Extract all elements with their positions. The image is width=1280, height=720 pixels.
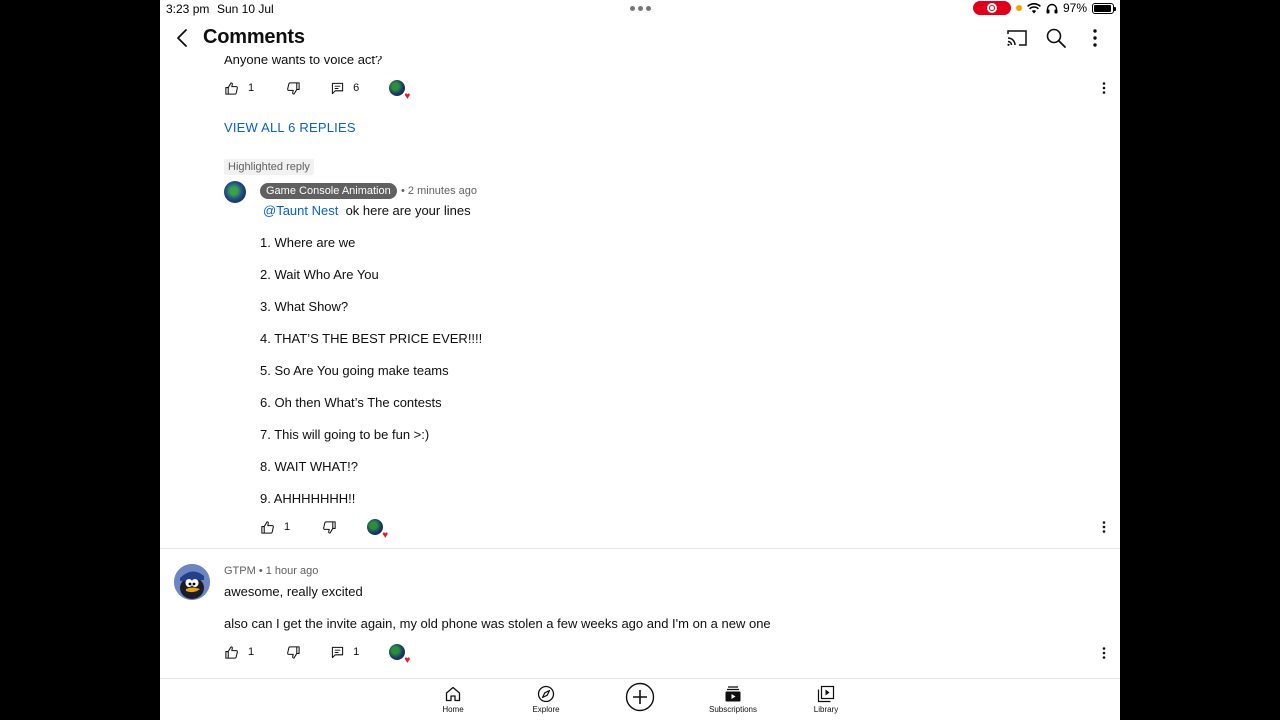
- nav-subscriptions-label: Subscriptions: [708, 705, 758, 714]
- author-name[interactable]: GTPM: [224, 565, 256, 577]
- reply-line: 9. AHHHHHHH!!: [260, 491, 356, 506]
- home-icon: [445, 686, 461, 702]
- comment-actions: 1 6: [224, 78, 410, 102]
- status-bar: 3:23 pm Sun 10 Jul 97%: [160, 0, 1120, 18]
- battery-icon: [1092, 2, 1116, 14]
- nav-home-label: Home: [442, 705, 464, 714]
- thumbs-down-icon: [323, 520, 336, 534]
- reply-line: 1. Where are we: [260, 235, 356, 250]
- battery-percent: 97%: [1062, 1, 1087, 15]
- more-options-icon[interactable]: [1096, 519, 1112, 535]
- nav-library[interactable]: Library: [796, 685, 856, 714]
- dislike-button[interactable]: [322, 520, 337, 535]
- comments-panel: Anyone wants to voice act? 1 6 VIEW ALL …: [160, 18, 1120, 720]
- multitasking-dots-icon[interactable]: [630, 6, 651, 11]
- reply-line: 2. Wait Who Are You: [260, 267, 379, 282]
- more-options-icon[interactable]: [1096, 645, 1112, 661]
- reply-count: 6: [353, 82, 360, 94]
- highlighted-reply-badge: Highlighted reply: [224, 159, 314, 175]
- reply-button[interactable]: 6: [331, 82, 359, 95]
- comment-text: also can I get the invite again, my old …: [224, 616, 771, 631]
- creator-heart-icon: [389, 80, 410, 102]
- mention-link[interactable]: @Taunt Nest: [263, 203, 338, 218]
- reply-comment-icon: [332, 646, 344, 658]
- dislike-button[interactable]: [286, 645, 301, 660]
- back-arrow-icon[interactable]: [172, 26, 194, 50]
- nav-explore-label: Explore: [532, 705, 560, 714]
- reply-line: 3. What Show?: [260, 299, 349, 314]
- page-title: Comments: [203, 26, 305, 48]
- comment-author[interactable]: GTPM • 1 hour ago: [224, 565, 318, 577]
- avatar[interactable]: [224, 181, 246, 203]
- compass-icon: [537, 685, 555, 703]
- thumbs-up-icon: [225, 645, 238, 659]
- thumbs-up-icon: [261, 520, 274, 534]
- bottom-navigation: Home Explore Subscriptions Library: [160, 678, 1120, 720]
- status-date: Sun 10 Jul: [217, 2, 274, 16]
- thumbs-down-icon: [287, 81, 300, 95]
- screen-record-icon[interactable]: [972, 1, 1011, 15]
- library-icon: [817, 685, 835, 703]
- duck-avatar-icon: [174, 564, 210, 600]
- creator-heart-icon: [367, 519, 388, 541]
- reply-comment-icon: [332, 82, 344, 94]
- cast-icon[interactable]: [1005, 26, 1029, 50]
- divider: [160, 548, 1120, 549]
- reply-line: 6. Oh then What’s The contests: [260, 395, 442, 410]
- comment-text: awesome, really excited: [224, 584, 363, 599]
- like-button[interactable]: 1: [224, 81, 254, 96]
- comment-actions: 1 1: [224, 642, 410, 666]
- nav-library-label: Library: [813, 705, 839, 714]
- thumbs-down-icon: [287, 645, 300, 659]
- reply-first-line: @Taunt Nest ok here are your lines: [263, 203, 471, 218]
- headphones-icon: [1046, 3, 1058, 13]
- reply-intro-text: ok here are your lines: [345, 203, 471, 218]
- reply-line: 7. This will going to be fun >:): [260, 427, 430, 442]
- dislike-button[interactable]: [286, 81, 301, 96]
- like-count: 1: [284, 521, 291, 533]
- status-time: 3:23 pm: [166, 2, 210, 16]
- wifi-icon: [1027, 2, 1041, 13]
- thumbs-up-icon: [225, 81, 238, 95]
- like-count: 1: [248, 646, 255, 658]
- more-options-icon[interactable]: [1096, 80, 1112, 96]
- author-chip[interactable]: Game Console Animation: [260, 183, 397, 199]
- create-plus-icon[interactable]: [625, 682, 655, 712]
- comments-header: Comments: [160, 18, 1120, 56]
- like-button[interactable]: 1: [260, 520, 290, 535]
- more-options-icon[interactable]: [1083, 26, 1107, 50]
- search-icon[interactable]: [1044, 26, 1068, 50]
- nav-explore[interactable]: Explore: [516, 685, 576, 714]
- creator-heart-icon: [389, 644, 410, 666]
- like-button[interactable]: 1: [224, 645, 254, 660]
- reply-line: 8. WAIT WHAT!?: [260, 459, 358, 474]
- like-count: 1: [248, 82, 255, 94]
- reply-actions: 1: [260, 517, 388, 541]
- reply-count: 1: [353, 646, 360, 658]
- mic-indicator-icon: [1015, 5, 1022, 11]
- reply-button[interactable]: 1: [331, 646, 359, 659]
- comments-list[interactable]: Anyone wants to voice act? 1 6 VIEW ALL …: [160, 18, 1120, 678]
- nav-home[interactable]: Home: [423, 685, 483, 714]
- nav-subscriptions[interactable]: Subscriptions: [703, 685, 763, 714]
- view-all-replies-link[interactable]: VIEW ALL 6 REPLIES: [224, 120, 356, 135]
- reply-line: 4. THAT’S THE BEST PRICE EVER!!!!: [260, 331, 483, 346]
- avatar[interactable]: [174, 564, 210, 600]
- reply-line: 5. So Are You going make teams: [260, 363, 449, 378]
- subscriptions-icon: [725, 686, 741, 702]
- reply-timestamp: • 2 minutes ago: [401, 185, 478, 197]
- status-right: 97%: [972, 1, 1116, 15]
- comment-timestamp: • 1 hour ago: [258, 565, 319, 577]
